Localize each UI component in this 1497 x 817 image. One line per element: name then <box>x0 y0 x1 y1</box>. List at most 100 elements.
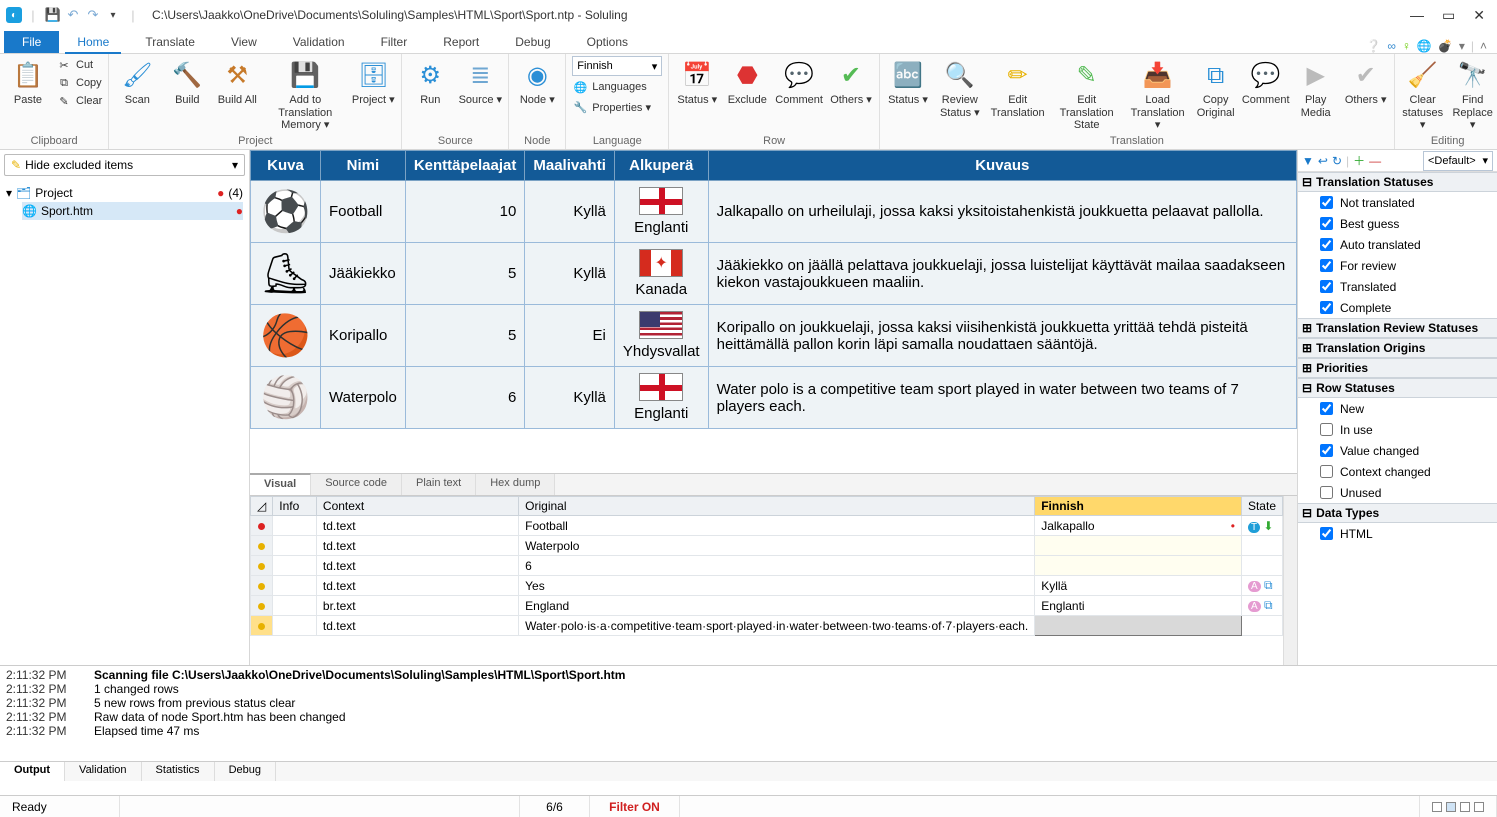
tab-report[interactable]: Report <box>425 31 497 53</box>
help-icon[interactable]: ❔ <box>1366 39 1381 53</box>
refresh-icon[interactable]: ↻ <box>1332 154 1342 168</box>
scan-button[interactable]: 🖌Scan <box>115 56 159 107</box>
load-tr-button[interactable]: 📥Load Translation ▾ <box>1128 56 1188 132</box>
filter-checkbox[interactable] <box>1320 402 1333 415</box>
addtm-button[interactable]: 💾Add to Translation Memory ▾ <box>265 56 345 132</box>
app-icon[interactable]: ◐ <box>6 7 22 23</box>
review-button[interactable]: 🔍Review Status ▾ <box>936 56 984 119</box>
tab-validation[interactable]: Validation <box>275 31 363 53</box>
minimize-icon[interactable]: — <box>1410 7 1424 24</box>
col-original[interactable]: Original <box>519 497 1035 516</box>
cell-finnish[interactable] <box>1035 616 1242 636</box>
tab-home[interactable]: Home <box>59 31 127 53</box>
bomb-icon[interactable]: 💣 <box>1438 39 1453 53</box>
cell-finnish[interactable] <box>1035 536 1242 556</box>
grid-row[interactable]: br.textEnglandEnglantiA ⧉ <box>251 596 1283 616</box>
cell-finnish[interactable]: Kyllä <box>1035 576 1242 596</box>
exclude-button[interactable]: ⬣Exclude <box>725 56 769 107</box>
cell-finnish[interactable]: Englanti <box>1035 596 1242 616</box>
filter-item[interactable]: For review <box>1298 255 1497 276</box>
cloud-icon[interactable]: ∞ <box>1387 39 1396 53</box>
filter-item[interactable]: In use <box>1298 419 1497 440</box>
tab-filter[interactable]: Filter <box>363 31 426 53</box>
filter-item[interactable]: Not translated <box>1298 192 1497 213</box>
grid-scrollbar[interactable] <box>1283 496 1297 665</box>
cut-button[interactable]: ✂Cut <box>56 56 102 74</box>
filter-item[interactable]: Context changed <box>1298 461 1497 482</box>
filter-checkbox[interactable] <box>1320 444 1333 457</box>
maximize-icon[interactable]: ▭ <box>1442 7 1455 24</box>
tree-filter-combo[interactable]: ✎ Hide excluded items▾ <box>4 154 245 176</box>
tab-statistics[interactable]: Statistics <box>142 762 215 781</box>
grid-row[interactable]: td.textWater·polo·is·a·competitive·team·… <box>251 616 1283 636</box>
section-priorities[interactable]: ⊞Priorities <box>1298 358 1497 378</box>
node-button[interactable]: ◉Node ▾ <box>515 56 559 107</box>
tab-debug[interactable]: Debug <box>497 31 568 53</box>
row-status-button[interactable]: 📅Status ▾ <box>675 56 719 107</box>
build-button[interactable]: 🔨Build <box>165 56 209 107</box>
copy-button[interactable]: ⧉Copy <box>56 74 102 92</box>
collapse-ribbon-icon[interactable]: ˄ <box>1480 39 1487 53</box>
grid-row[interactable]: td.textWaterpolo <box>251 536 1283 556</box>
filter-checkbox[interactable] <box>1320 423 1333 436</box>
section-translation-statuses[interactable]: ⊟Translation Statuses <box>1298 172 1497 192</box>
cell-finnish[interactable] <box>1035 556 1242 576</box>
filter-icon[interactable]: ▼ <box>1302 154 1314 168</box>
filter-item[interactable]: Value changed <box>1298 440 1497 461</box>
grid-row[interactable]: td.textFootballJalkapallo•T ⬇ <box>251 516 1283 536</box>
filter-checkbox[interactable] <box>1320 280 1333 293</box>
tab-file[interactable]: File <box>4 31 59 53</box>
language-combo[interactable]: Finnish▾ <box>572 56 662 76</box>
filter-checkbox[interactable] <box>1320 196 1333 209</box>
copy-orig-button[interactable]: ⧉Copy Original <box>1194 56 1238 119</box>
clear-statuses-button[interactable]: 🧹Clear statuses ▾ <box>1401 56 1445 132</box>
tree-item-sport[interactable]: 🌐 Sport.htm ● <box>22 202 243 220</box>
clear-button[interactable]: ✎Clear <box>56 92 102 110</box>
edit-state-button[interactable]: ✎Edit Translation State <box>1052 56 1122 132</box>
languages-button[interactable]: 🌐Languages <box>572 78 662 96</box>
tab-options[interactable]: Options <box>569 31 646 53</box>
preset-combo[interactable]: <Default>▾ <box>1423 151 1493 171</box>
close-icon[interactable]: ✕ <box>1473 7 1485 24</box>
tab-validation2[interactable]: Validation <box>65 762 142 781</box>
find-replace-button[interactable]: 🔭Find Replace ▾ <box>1451 56 1495 132</box>
bulb-icon[interactable]: ♀ <box>1402 39 1411 53</box>
grid-row[interactable]: td.textYesKylläA ⧉ <box>251 576 1283 596</box>
filter-checkbox[interactable] <box>1320 238 1333 251</box>
tree-root[interactable]: ▾ 🗂 Project ● (4) <box>6 184 243 202</box>
buildall-button[interactable]: ⚒Build All <box>215 56 259 107</box>
run-button[interactable]: ⚙Run <box>408 56 452 107</box>
tr-status-button[interactable]: 🔤Status ▾ <box>886 56 930 107</box>
tab-output[interactable]: Output <box>0 762 65 781</box>
filter-checkbox[interactable] <box>1320 217 1333 230</box>
section-row-statuses[interactable]: ⊟Row Statuses <box>1298 378 1497 398</box>
filter-item[interactable]: Unused <box>1298 482 1497 503</box>
filter-checkbox[interactable] <box>1320 465 1333 478</box>
filter-item[interactable]: Best guess <box>1298 213 1497 234</box>
filter-item[interactable]: Complete <box>1298 297 1497 318</box>
save-icon[interactable]: 💾 <box>44 6 62 24</box>
undo-icon[interactable]: ↶ <box>64 6 82 24</box>
view-buttons[interactable] <box>1420 796 1497 817</box>
tr-comment-button[interactable]: 💬Comment <box>1244 56 1288 107</box>
filter-item[interactable]: New <box>1298 398 1497 419</box>
project-button[interactable]: 🗄Project ▾ <box>351 56 395 107</box>
globe2-icon[interactable]: 🌐 <box>1417 39 1432 53</box>
tab-sourcecode[interactable]: Source code <box>311 474 402 495</box>
col-context[interactable]: Context <box>316 497 518 516</box>
section-review-statuses[interactable]: ⊞Translation Review Statuses <box>1298 318 1497 338</box>
filter-checkbox[interactable] <box>1320 259 1333 272</box>
filter-item[interactable]: Auto translated <box>1298 234 1497 255</box>
qat-customize-icon[interactable]: ▾ <box>104 6 122 24</box>
edit-tr-button[interactable]: ✏Edit Translation <box>990 56 1046 119</box>
redo-icon[interactable]: ↷ <box>84 6 102 24</box>
remove-icon[interactable]: — <box>1369 154 1381 168</box>
filter-checkbox[interactable] <box>1320 527 1333 540</box>
col-finnish[interactable]: Finnish <box>1035 497 1242 516</box>
source-button[interactable]: ≣Source ▾ <box>458 56 502 107</box>
section-origins[interactable]: ⊞Translation Origins <box>1298 338 1497 358</box>
filter-item[interactable]: Translated <box>1298 276 1497 297</box>
section-data-types[interactable]: ⊟Data Types <box>1298 503 1497 523</box>
cell-finnish[interactable]: Jalkapallo• <box>1035 516 1242 536</box>
tr-others-button[interactable]: ✔Others ▾ <box>1344 56 1388 107</box>
